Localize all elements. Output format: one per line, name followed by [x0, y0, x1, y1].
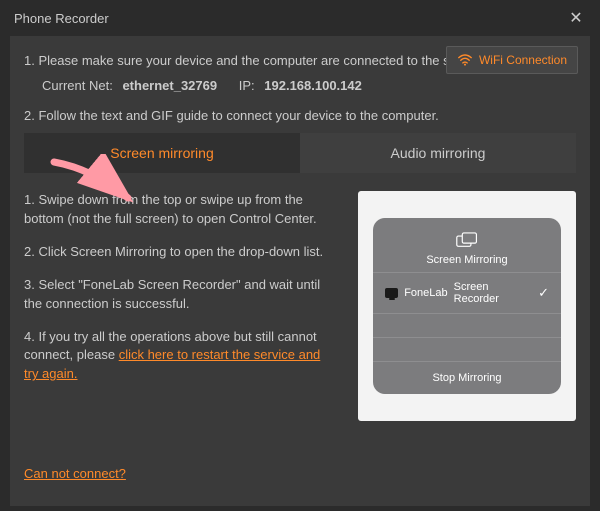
tv-icon — [385, 288, 398, 298]
tab-audio-mirroring-label: Audio mirroring — [391, 145, 486, 161]
tabs: Screen mirroring Audio mirroring — [24, 133, 576, 173]
current-net-value: ethernet_32769 — [122, 78, 217, 93]
wifi-connection-button[interactable]: WiFi Connection — [446, 46, 578, 74]
tab-audio-mirroring[interactable]: Audio mirroring — [300, 133, 576, 173]
window-title: Phone Recorder — [14, 11, 109, 26]
tab-content: 1. Swipe down from the top or swipe up f… — [24, 191, 576, 421]
mirroring-panel-header: Screen Mirroring — [373, 232, 561, 266]
cannot-connect-link[interactable]: Can not connect? — [24, 466, 126, 481]
stop-mirroring-label: Stop Mirroring — [432, 372, 501, 384]
gif-preview: Screen Mirroring FoneLab Screen Recorder… — [358, 191, 576, 421]
network-info: Current Net: ethernet_32769 IP: 192.168.… — [42, 78, 576, 93]
wifi-icon — [457, 54, 473, 66]
current-net-label: Current Net: — [42, 78, 113, 93]
device-name: Screen Recorder — [454, 281, 532, 305]
substep-2: 2. Click Screen Mirroring to open the dr… — [24, 243, 338, 262]
step-2: 2. Follow the text and GIF guide to conn… — [24, 107, 576, 125]
substep-1: 1. Swipe down from the top or swipe up f… — [24, 191, 338, 229]
stop-mirroring-button[interactable]: Stop Mirroring — [373, 361, 561, 394]
mirroring-empty-row — [373, 337, 561, 361]
tab-screen-mirroring[interactable]: Screen mirroring — [24, 133, 300, 173]
substep-3: 3. Select "FoneLab Screen Recorder" and … — [24, 276, 338, 314]
main-panel: WiFi Connection 1. Please make sure your… — [10, 36, 590, 506]
check-icon: ✓ — [538, 285, 549, 301]
title-bar: Phone Recorder ✕ — [0, 0, 600, 36]
substep-4: 4. If you try all the operations above b… — [24, 328, 338, 385]
ip-value: 192.168.100.142 — [264, 78, 362, 93]
screen-mirroring-icon — [456, 232, 478, 248]
close-icon[interactable]: ✕ — [566, 8, 586, 28]
mirroring-panel-title: Screen Mirroring — [373, 254, 561, 266]
device-prefix: FoneLab — [404, 287, 447, 299]
mirroring-device-row[interactable]: FoneLab Screen Recorder ✓ — [373, 272, 561, 313]
wifi-connection-label: WiFi Connection — [479, 53, 567, 67]
mirroring-panel: Screen Mirroring FoneLab Screen Recorder… — [373, 218, 561, 394]
ip-label: IP: — [239, 78, 255, 93]
mirroring-empty-row — [373, 313, 561, 337]
steps-column: 1. Swipe down from the top or swipe up f… — [24, 191, 338, 421]
tab-screen-mirroring-label: Screen mirroring — [110, 145, 213, 161]
